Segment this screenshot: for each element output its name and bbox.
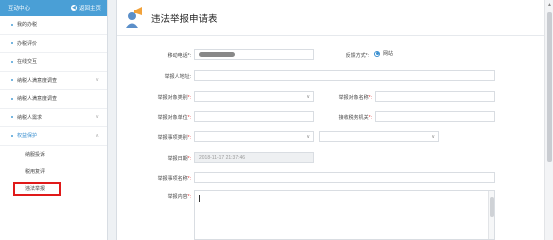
sidebar-item-satisfaction-survey-1[interactable]: 纳税人满意度调查 ∨ [0,72,107,90]
main-content: 违法举报申请表 移动电话*: 反馈方式*: 网站 举报人地址: 举报对象类别*:… [117,0,544,240]
chevron-down-icon: ∨ [95,114,99,121]
matter-type-label: 举报事项类别*: [157,135,191,141]
sidebar-item-rights-protection[interactable]: 权益保护 ∧ [0,127,107,146]
sidebar-item-my-tax[interactable]: 我的办税 [0,16,107,35]
back-home-button[interactable]: ◀ 返回主页 [70,4,101,12]
target-unit-field[interactable] [194,111,314,122]
chevron-down-icon: ∨ [95,77,99,84]
page-title: 违法举报申请表 [151,13,218,25]
megaphone-user-icon [125,6,145,29]
sidebar-subitem-violation-report[interactable]: 违法举报 [0,179,107,197]
bullet-icon [11,116,13,119]
sidebar-subitem-label: 纳服投诉 [25,151,46,158]
sidebar-item-taxpayer-needs[interactable]: 纳税人需求 ∨ [0,109,107,127]
sidebar-item-label: 办税评价 [17,40,38,47]
sidebar-item-satisfaction-survey-2[interactable]: 纳税人满意度调查 [0,90,107,109]
radio-selected-icon [374,50,380,57]
target-name-label: 举报对象名称*: [338,95,372,101]
sidebar-title: 互动中心 [8,6,31,12]
sidebar-subitem-label: 税用复评 [25,168,46,175]
sidebar-subitem-service-complaint[interactable]: 纳服投诉 [0,145,107,163]
masked-phone-value [199,52,235,57]
sidebar-subitem-tax-review[interactable]: 税用复评 [0,162,107,180]
content-label: 举报内容*: [167,194,191,200]
reporter-address-label: 举报人地址: [164,74,191,80]
sidebar-header: 互动中心 ◀ 返回主页 [0,0,107,16]
feedback-website-radio[interactable]: 网站 [374,50,393,57]
sidebar-item-label: 纳税人满意度调查 [17,77,58,84]
bullet-icon [11,42,13,45]
scroll-up-icon[interactable]: ▲ [547,2,552,8]
back-home-label: 返回主页 [78,6,101,12]
chevron-down-icon: ∨ [306,134,310,140]
chevron-down-icon: ∨ [306,94,310,100]
pane-divider [108,0,117,240]
sidebar-item-online-interaction[interactable]: 在线交互 [0,53,107,72]
feedback-option-label: 网站 [383,51,394,57]
mobile-field[interactable] [194,49,314,60]
bullet-icon [11,79,13,82]
page-scrollbar[interactable]: ▲ [544,0,553,240]
target-unit-label: 举报对象单位*: [157,115,191,121]
target-type-select[interactable]: ∨ [194,91,314,102]
back-arrow-icon: ◀ [70,5,77,11]
content-textarea[interactable] [194,190,495,240]
matter-subtype-select[interactable]: ∨ [319,131,439,142]
title-bar: 违法举报申请表 [117,0,544,36]
report-date-field: 2018-11-17 21:37:46 [194,152,314,163]
feedback-method-label: 反馈方式*: [345,53,369,59]
chevron-up-icon: ∧ [95,132,99,139]
matter-name-field[interactable] [194,172,495,183]
sidebar-item-label: 权益保护 [17,133,38,140]
matter-type-select[interactable]: ∨ [194,131,314,142]
target-name-field[interactable] [375,91,495,102]
textarea-scrollbar[interactable] [488,191,494,239]
sidebar: 互动中心 ◀ 返回主页 我的办税 办税评价 在线交互 纳税人满意度调查 ∨ 纳税… [0,0,108,240]
report-date-label: 举报日期*: [167,156,191,162]
text-caret [199,195,200,202]
sidebar-item-label: 在线交互 [17,59,38,66]
bullet-icon [11,23,13,26]
tax-office-field[interactable] [375,111,495,122]
sidebar-item-label: 纳税人满意度调查 [17,96,58,103]
reporter-address-field[interactable] [194,70,495,81]
tax-office-label: 接收税务机关*: [338,115,372,121]
matter-name-label: 举报事项名称*: [157,176,191,182]
sidebar-item-tax-evaluation[interactable]: 办税评价 [0,35,107,53]
highlight-annotation-box [13,181,61,196]
bullet-icon [11,134,13,137]
mobile-label: 移动电话*: [167,53,191,59]
target-type-label: 举报对象类别*: [157,95,191,101]
scrollbar-thumb[interactable] [547,12,552,162]
sidebar-item-label: 纳税人需求 [17,114,43,121]
report-date-value: 2018-11-17 21:37:46 [199,154,246,161]
chevron-down-icon: ∨ [431,134,435,140]
sidebar-item-label: 我的办税 [17,22,38,29]
bullet-icon [11,97,13,100]
bullet-icon [11,60,13,63]
